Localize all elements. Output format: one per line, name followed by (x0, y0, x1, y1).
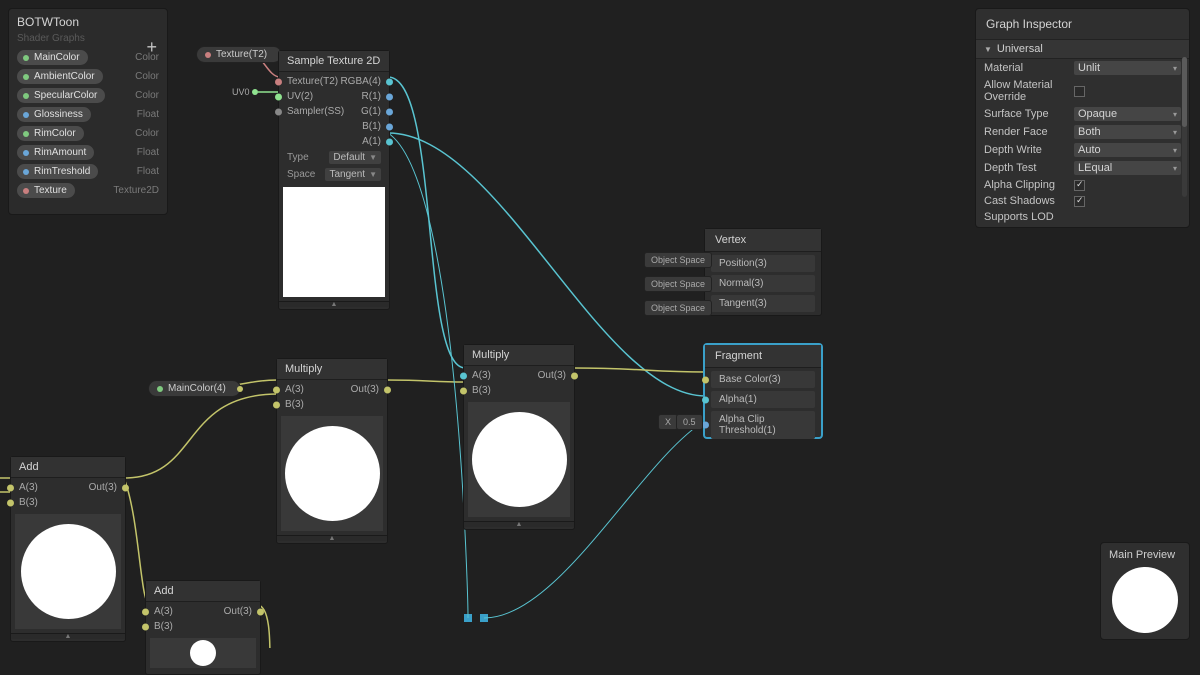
space-badge: Object Space (644, 252, 712, 268)
node-preview (468, 402, 570, 517)
insp-cast-shadows[interactable]: Cast Shadows (976, 193, 1189, 209)
node-preview (15, 514, 121, 629)
vertex-normal-slot[interactable]: Normal(3) (711, 275, 815, 292)
node-title[interactable]: Sample Texture 2D (279, 51, 389, 72)
insp-supports-lod[interactable]: Supports LOD (976, 209, 1189, 225)
property-row[interactable]: RimAmount Float (17, 145, 159, 160)
property-node-texture[interactable]: Texture(T2) (196, 46, 282, 63)
insp-depth-test[interactable]: Depth Test LEqual▾ (976, 159, 1189, 177)
space-badge: Object Space (644, 276, 712, 292)
blackboard-subtitle: Shader Graphs (17, 33, 159, 44)
uv-inline-label: UV0 (232, 87, 250, 97)
node-add-2[interactable]: Add A(3)Out(3) B(3) (145, 580, 261, 675)
insp-allow-override[interactable]: Allow Material Override (976, 77, 1189, 105)
property-pill: MainColor (17, 50, 88, 65)
blackboard-panel[interactable]: BOTWToon Shader Graphs + MainColor Color… (8, 8, 168, 215)
vertex-tangent-slot[interactable]: Tangent(3) (711, 295, 815, 312)
sample-type-select[interactable]: Type Default▼ (279, 149, 389, 166)
node-sample-texture-2d[interactable]: Sample Texture 2D Texture(T2)RGBA(4) UV(… (278, 50, 390, 310)
property-row[interactable]: RimTreshold Float (17, 164, 159, 179)
sample-space-select[interactable]: Space Tangent▼ (279, 166, 389, 183)
node-collapse-handle[interactable]: ▲ (279, 301, 389, 307)
main-preview-panel[interactable]: Main Preview (1100, 542, 1190, 640)
inspector-section-universal[interactable]: ▼Universal (976, 40, 1189, 59)
main-preview-title: Main Preview (1101, 543, 1189, 567)
fragment-alpha-slot[interactable]: Alpha(1) (711, 391, 815, 408)
property-row[interactable]: RimColor Color (17, 126, 159, 141)
property-row[interactable]: Glossiness Float (17, 107, 159, 122)
insp-depth-write[interactable]: Depth Write Auto▾ (976, 141, 1189, 159)
blackboard-add-button[interactable]: + (146, 37, 157, 58)
node-multiply-1[interactable]: Multiply A(3)Out(3) B(3) ▲ (276, 358, 388, 544)
property-row[interactable]: Texture Texture2D (17, 183, 159, 198)
default-value[interactable]: 0.5 (676, 414, 703, 430)
lock-badge: X (658, 414, 678, 430)
property-row[interactable]: SpecularColor Color (17, 88, 159, 103)
inspector-title: Graph Inspector (976, 9, 1189, 40)
property-node-maincolor[interactable]: MainColor(4) (148, 380, 241, 397)
node-preview (281, 416, 383, 531)
vertex-position-slot[interactable]: Position(3) (711, 255, 815, 272)
node-preview (150, 638, 256, 668)
blackboard-title: BOTWToon (17, 15, 159, 29)
insp-material[interactable]: Material Unlit▾ (976, 59, 1189, 77)
property-row[interactable]: MainColor Color (17, 50, 159, 65)
node-multiply-2[interactable]: Multiply A(3)Out(3) B(3) ▲ (463, 344, 575, 530)
main-preview-sphere (1112, 567, 1178, 633)
insp-render-face[interactable]: Render Face Both▾ (976, 123, 1189, 141)
node-add-1[interactable]: Add A(3)Out(3) B(3) ▲ (10, 456, 126, 642)
insp-surface-type[interactable]: Surface Type Opaque▾ (976, 105, 1189, 123)
fragment-alphaclip-slot[interactable]: Alpha Clip Threshold(1) (711, 411, 815, 439)
fragment-basecolor-slot[interactable]: Base Color(3) (711, 371, 815, 388)
fragment-stack[interactable]: Fragment Base Color(3) Alpha(1) Alpha Cl… (704, 344, 822, 438)
node-preview (283, 187, 385, 297)
graph-inspector-panel[interactable]: Graph Inspector ▼Universal Material Unli… (975, 8, 1190, 228)
space-badge: Object Space (644, 300, 712, 316)
insp-alpha-clipping[interactable]: Alpha Clipping (976, 177, 1189, 193)
inspector-scrollbar[interactable] (1182, 57, 1187, 197)
property-row[interactable]: AmbientColor Color (17, 69, 159, 84)
vertex-stack[interactable]: Vertex Position(3) Normal(3) Tangent(3) (704, 228, 822, 316)
